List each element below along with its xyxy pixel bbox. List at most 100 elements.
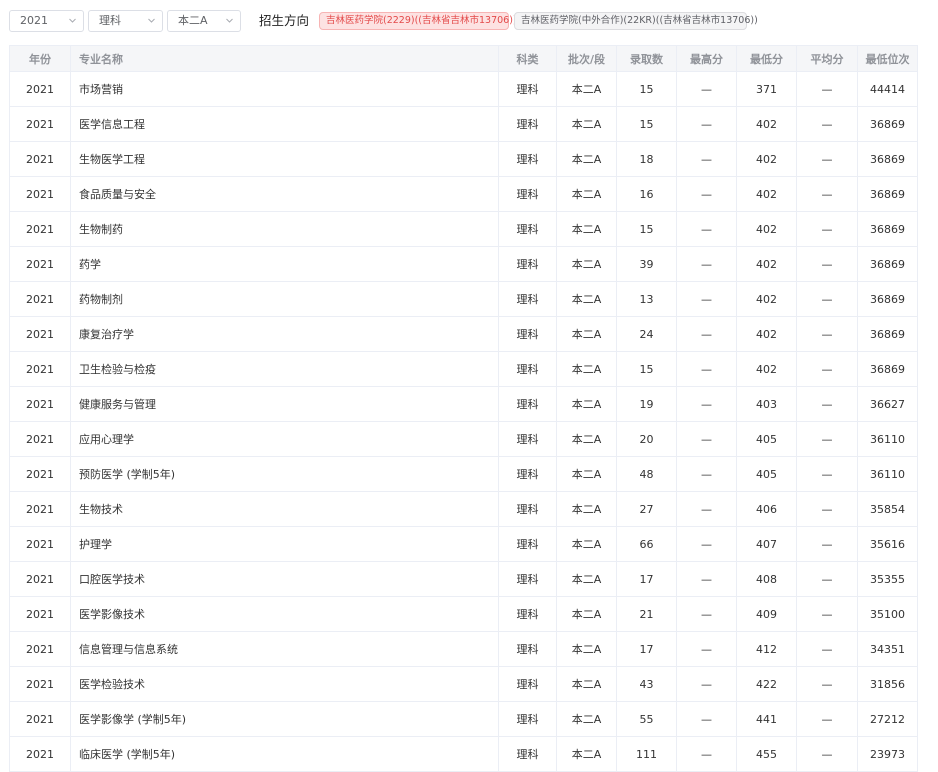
- cell-batch: 本二A: [556, 561, 617, 597]
- cell-avg-score: —: [796, 456, 858, 492]
- cell-admitted: 43: [616, 666, 677, 702]
- cell-min-rank: 36110: [857, 421, 918, 457]
- cell-batch: 本二A: [556, 316, 617, 352]
- cell-category: 理科: [498, 246, 557, 282]
- header-batch: 批次/段: [556, 45, 617, 72]
- table-row: 2021 健康服务与管理 理科 本二A 19—403—36627: [9, 386, 918, 422]
- cell-min-score: 402: [736, 176, 797, 212]
- direction-tag[interactable]: 吉林医药学院(中外合作)(22KR)((吉林省吉林市13706)): [514, 12, 758, 30]
- header-major: 专业名称: [70, 45, 499, 72]
- cell-admitted: 18: [616, 141, 677, 177]
- cell-major: 食品质量与安全: [70, 176, 499, 212]
- table-row: 2021 医学影像学 (学制5年) 理科 本二A 55—441—27212: [9, 701, 918, 737]
- cell-batch: 本二A: [556, 281, 617, 317]
- cell-year: 2021: [9, 561, 71, 597]
- cell-batch: 本二A: [556, 71, 617, 107]
- cell-min-score: 405: [736, 456, 797, 492]
- direction-tag-active[interactable]: 吉林医药学院(2229)((吉林省吉林市13706)): [319, 12, 517, 30]
- cell-major: 预防医学 (学制5年): [70, 456, 499, 492]
- cell-admitted: 15: [616, 106, 677, 142]
- cell-admitted: 24: [616, 316, 677, 352]
- cell-max-score: —: [676, 386, 737, 422]
- cell-avg-score: —: [796, 106, 858, 142]
- cell-major: 药学: [70, 246, 499, 282]
- cell-avg-score: —: [796, 666, 858, 702]
- cell-category: 理科: [498, 666, 557, 702]
- cell-year: 2021: [9, 176, 71, 212]
- cell-batch: 本二A: [556, 491, 617, 527]
- cell-max-score: —: [676, 596, 737, 632]
- cell-min-score: 402: [736, 281, 797, 317]
- cell-min-score: 402: [736, 141, 797, 177]
- cell-year: 2021: [9, 141, 71, 177]
- cell-avg-score: —: [796, 526, 858, 562]
- cell-avg-score: —: [796, 141, 858, 177]
- cell-min-rank: 36869: [857, 211, 918, 247]
- cell-major: 口腔医学技术: [70, 561, 499, 597]
- cell-batch: 本二A: [556, 141, 617, 177]
- cell-max-score: —: [676, 316, 737, 352]
- cell-avg-score: —: [796, 281, 858, 317]
- year-select[interactable]: 2021: [9, 10, 84, 32]
- cell-major: 临床医学 (学制5年): [70, 736, 499, 772]
- cell-min-rank: 36869: [857, 351, 918, 387]
- cell-admitted: 19: [616, 386, 677, 422]
- cell-avg-score: —: [796, 246, 858, 282]
- cell-min-rank: 36869: [857, 316, 918, 352]
- category-select[interactable]: 理科: [88, 10, 163, 32]
- cell-major: 医学信息工程: [70, 106, 499, 142]
- table-row: 2021 医学信息工程 理科 本二A 15—402—36869: [9, 106, 918, 142]
- cell-category: 理科: [498, 526, 557, 562]
- cell-year: 2021: [9, 631, 71, 667]
- cell-major: 健康服务与管理: [70, 386, 499, 422]
- cell-min-score: 408: [736, 561, 797, 597]
- table-row: 2021 信息管理与信息系统 理科 本二A 17—412—34351: [9, 631, 918, 667]
- cell-min-rank: 35100: [857, 596, 918, 632]
- cell-major: 医学检验技术: [70, 666, 499, 702]
- cell-min-score: 402: [736, 246, 797, 282]
- cell-min-rank: 35854: [857, 491, 918, 527]
- cell-batch: 本二A: [556, 176, 617, 212]
- cell-min-score: 441: [736, 701, 797, 737]
- cell-major: 医学影像学 (学制5年): [70, 701, 499, 737]
- cell-min-score: 402: [736, 106, 797, 142]
- cell-year: 2021: [9, 71, 71, 107]
- cell-batch: 本二A: [556, 106, 617, 142]
- cell-min-rank: 34351: [857, 631, 918, 667]
- table-row: 2021 生物医学工程 理科 本二A 18—402—36869: [9, 141, 918, 177]
- chevron-down-icon: [148, 17, 155, 24]
- cell-year: 2021: [9, 666, 71, 702]
- cell-admitted: 15: [616, 351, 677, 387]
- table-row: 2021 生物技术 理科 本二A 27—406—35854: [9, 491, 918, 527]
- cell-min-score: 407: [736, 526, 797, 562]
- cell-min-rank: 36110: [857, 456, 918, 492]
- cell-avg-score: —: [796, 491, 858, 527]
- cell-max-score: —: [676, 421, 737, 457]
- admission-table: 年份 专业名称 科类 批次/段 录取数 最高分 最低分 平均分 最低位次 202…: [9, 45, 918, 772]
- cell-avg-score: —: [796, 211, 858, 247]
- header-category: 科类: [498, 45, 557, 72]
- cell-major: 市场营销: [70, 71, 499, 107]
- header-max-score: 最高分: [676, 45, 737, 72]
- cell-year: 2021: [9, 281, 71, 317]
- cell-batch: 本二A: [556, 736, 617, 772]
- batch-select[interactable]: 本二A: [167, 10, 241, 32]
- table-row: 2021 医学检验技术 理科 本二A 43—422—31856: [9, 666, 918, 702]
- cell-min-score: 402: [736, 351, 797, 387]
- table-header-row: 年份 专业名称 科类 批次/段 录取数 最高分 最低分 平均分 最低位次: [9, 45, 918, 72]
- cell-min-rank: 36869: [857, 141, 918, 177]
- direction-label: 招生方向: [259, 13, 310, 28]
- cell-year: 2021: [9, 246, 71, 282]
- category-select-value: 理科: [99, 14, 121, 27]
- cell-year: 2021: [9, 386, 71, 422]
- cell-max-score: —: [676, 211, 737, 247]
- filter-bar: 2021 理科 本二A 招生方向 吉林医药学院(2229)((吉林省吉林市137…: [0, 0, 938, 44]
- cell-avg-score: —: [796, 71, 858, 107]
- cell-max-score: —: [676, 631, 737, 667]
- table-row: 2021 康复治疗学 理科 本二A 24—402—36869: [9, 316, 918, 352]
- cell-category: 理科: [498, 141, 557, 177]
- table-row: 2021 卫生检验与检疫 理科 本二A 15—402—36869: [9, 351, 918, 387]
- cell-min-score: 371: [736, 71, 797, 107]
- table-row: 2021 口腔医学技术 理科 本二A 17—408—35355: [9, 561, 918, 597]
- cell-year: 2021: [9, 421, 71, 457]
